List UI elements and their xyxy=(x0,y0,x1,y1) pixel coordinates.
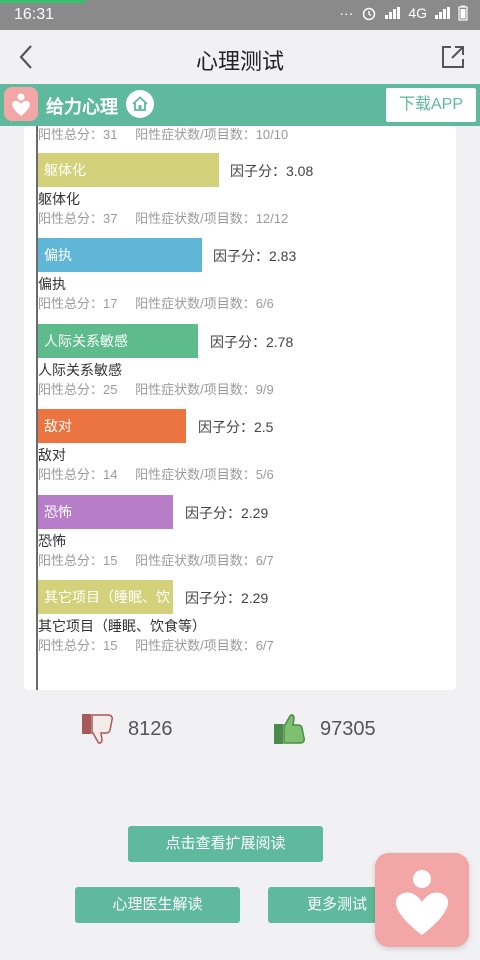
symptom-ratio: 阳性症状数/项目数：6/6 xyxy=(135,296,274,311)
partial-stats-row: 阳性总分：31 阳性症状数/项目数：10/10 xyxy=(38,126,302,143)
factor-name: 人际关系敏感 xyxy=(38,362,122,378)
home-icon[interactable] xyxy=(126,90,154,118)
factor-score: 因子分：3.08 xyxy=(230,163,314,179)
like-count: 97305 xyxy=(320,717,376,740)
positive-total: 阳性总分：15 xyxy=(38,638,118,653)
signal-icon xyxy=(385,7,401,19)
dislike-button[interactable]: 8126 xyxy=(80,712,173,746)
thumbs-up-icon xyxy=(274,714,305,744)
factor-row: 躯体化 因子分：3.08 躯体化 阳性总分：37 阳性症状数/项目数：12/12 xyxy=(38,153,448,239)
symptom-ratio: 阳性症状数/项目数：5/6 xyxy=(135,467,274,482)
thumbs-down-icon xyxy=(82,714,113,744)
factor-name: 躯体化 xyxy=(38,191,80,207)
factor-score: 因子分：2.78 xyxy=(210,334,294,350)
app-banner: 给力心理 下载APP xyxy=(0,84,480,126)
network-type: 4G xyxy=(408,5,427,21)
status-time: 16:31 xyxy=(14,6,55,23)
extended-reading-button[interactable]: 点击查看扩展阅读 xyxy=(128,826,323,862)
factor-stats: 阳性总分：15 阳性症状数/项目数：6/7 xyxy=(38,635,288,654)
download-app-button[interactable]: 下载APP xyxy=(386,88,476,122)
signal-icon-2 xyxy=(435,7,450,19)
floating-app-logo-icon[interactable] xyxy=(375,853,469,947)
positive-total: 阳性总分：37 xyxy=(38,211,118,226)
factor-stats: 阳性总分：15 阳性症状数/项目数：6/7 xyxy=(38,550,288,569)
app-logo-icon xyxy=(4,87,38,121)
factor-stats: 阳性总分：14 阳性症状数/项目数：5/6 xyxy=(38,464,288,483)
factor-row: 偏执 因子分：2.83 偏执 阳性总分：17 阳性症状数/项目数：6/6 xyxy=(38,238,448,324)
factor-row: 敌对 因子分：2.5 敌对 阳性总分：14 阳性症状数/项目数：5/6 xyxy=(38,409,448,495)
battery-icon xyxy=(458,5,468,21)
positive-total: 阳性总分：15 xyxy=(38,553,118,568)
symptom-ratio: 阳性症状数/项目数：6/7 xyxy=(135,553,274,568)
factor-bar: 躯体化 xyxy=(38,153,219,187)
page-title: 心理测试 xyxy=(195,49,284,74)
factor-row: 恐怖 因子分：2.29 恐怖 阳性总分：15 阳性症状数/项目数：6/7 xyxy=(38,495,448,581)
factor-bar: 偏执 xyxy=(38,238,202,272)
more-dots-icon: ··· xyxy=(339,5,354,21)
factor-bar: 恐怖 xyxy=(38,495,173,529)
factor-bar: 其它项目（睡眠、饮 xyxy=(38,580,173,614)
doctor-reading-button[interactable]: 心理医生解读 xyxy=(75,887,240,923)
factor-row: 人际关系敏感 因子分：2.78 人际关系敏感 阳性总分：25 阳性症状数/项目数… xyxy=(38,324,448,410)
factor-stats: 阳性总分：37 阳性症状数/项目数：12/12 xyxy=(38,208,302,227)
result-card: 阳性总分：31 阳性症状数/项目数：10/10 躯体化 因子分：3.08 躯体化… xyxy=(24,126,456,690)
factor-score: 因子分：2.5 xyxy=(198,419,274,435)
factor-name: 偏执 xyxy=(38,276,66,292)
brand-name: 给力心理 xyxy=(46,97,118,117)
factor-name: 敌对 xyxy=(38,447,66,463)
positive-total: 阳性总分：31 xyxy=(38,127,118,142)
symptom-ratio: 阳性症状数/项目数：10/10 xyxy=(135,127,289,142)
factor-stats: 阳性总分：17 阳性症状数/项目数：6/6 xyxy=(38,293,288,312)
vote-section: 8126 97305 xyxy=(0,712,480,758)
dislike-count: 8126 xyxy=(128,717,173,740)
factor-score: 因子分：2.29 xyxy=(185,505,269,521)
positive-total: 阳性总分：17 xyxy=(38,296,118,311)
like-button[interactable]: 97305 xyxy=(272,712,376,746)
factor-row: 其它项目（睡眠、饮 因子分：2.29 其它项目（睡眠、饮食等） 阳性总分：15 … xyxy=(38,580,448,666)
status-bar: 16:31 ··· 4G xyxy=(0,0,480,30)
page-load-progress xyxy=(0,0,86,3)
factor-score: 因子分：2.83 xyxy=(213,248,297,264)
factor-name: 恐怖 xyxy=(38,533,66,549)
share-icon[interactable] xyxy=(438,42,468,72)
title-bar: 心理测试 xyxy=(0,30,480,84)
alarm-icon xyxy=(363,7,376,21)
factor-bar: 人际关系敏感 xyxy=(38,324,198,358)
positive-total: 阳性总分：14 xyxy=(38,467,118,482)
factor-stats: 阳性总分：25 阳性症状数/项目数：9/9 xyxy=(38,379,288,398)
symptom-ratio: 阳性症状数/项目数：12/12 xyxy=(135,211,289,226)
positive-total: 阳性总分：25 xyxy=(38,382,118,397)
factor-score: 因子分：2.29 xyxy=(185,590,269,606)
symptom-ratio: 阳性症状数/项目数：9/9 xyxy=(135,382,274,397)
factor-bar: 敌对 xyxy=(38,409,186,443)
symptom-ratio: 阳性症状数/项目数：6/7 xyxy=(135,638,274,653)
factor-name: 其它项目（睡眠、饮食等） xyxy=(38,618,206,634)
